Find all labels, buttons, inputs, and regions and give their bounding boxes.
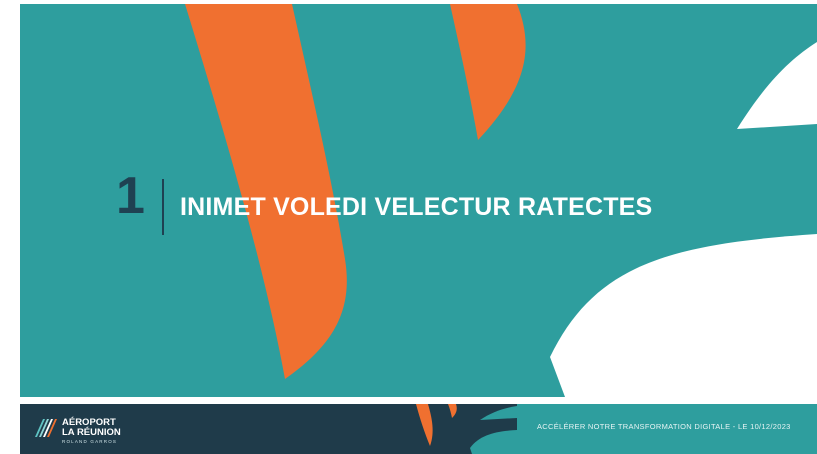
orange-stroke-left xyxy=(185,4,347,379)
orange-stroke-right xyxy=(450,4,526,140)
logo-line-3: ROLAND GARROS xyxy=(62,439,118,444)
logo-line-2: LA RÉUNION xyxy=(62,427,121,438)
section-title: INIMET VOLEDI VELECTUR RATECTES xyxy=(180,193,653,221)
section-number: 1 xyxy=(116,167,145,225)
slide: 1 INIMET VOLEDI VELECTUR RATECTES AÉROPO… xyxy=(0,0,817,454)
footer-decorative-shapes xyxy=(416,404,517,454)
airport-logo: AÉROPORT LA RÉUNION ROLAND GARROS xyxy=(34,411,164,447)
white-leaf-top xyxy=(737,42,817,129)
footer-right: ACCÉLÉRER NOTRE TRANSFORMATION DIGITALE … xyxy=(517,404,817,454)
footer-left: AÉROPORT LA RÉUNION ROLAND GARROS xyxy=(20,404,517,454)
white-leaf-bottom xyxy=(550,234,817,397)
logo-mark-icon xyxy=(35,419,57,437)
title-area: 1 INIMET VOLEDI VELECTUR RATECTES xyxy=(20,4,817,397)
footer-caption: ACCÉLÉRER NOTRE TRANSFORMATION DIGITALE … xyxy=(537,422,791,431)
title-divider xyxy=(162,179,164,235)
